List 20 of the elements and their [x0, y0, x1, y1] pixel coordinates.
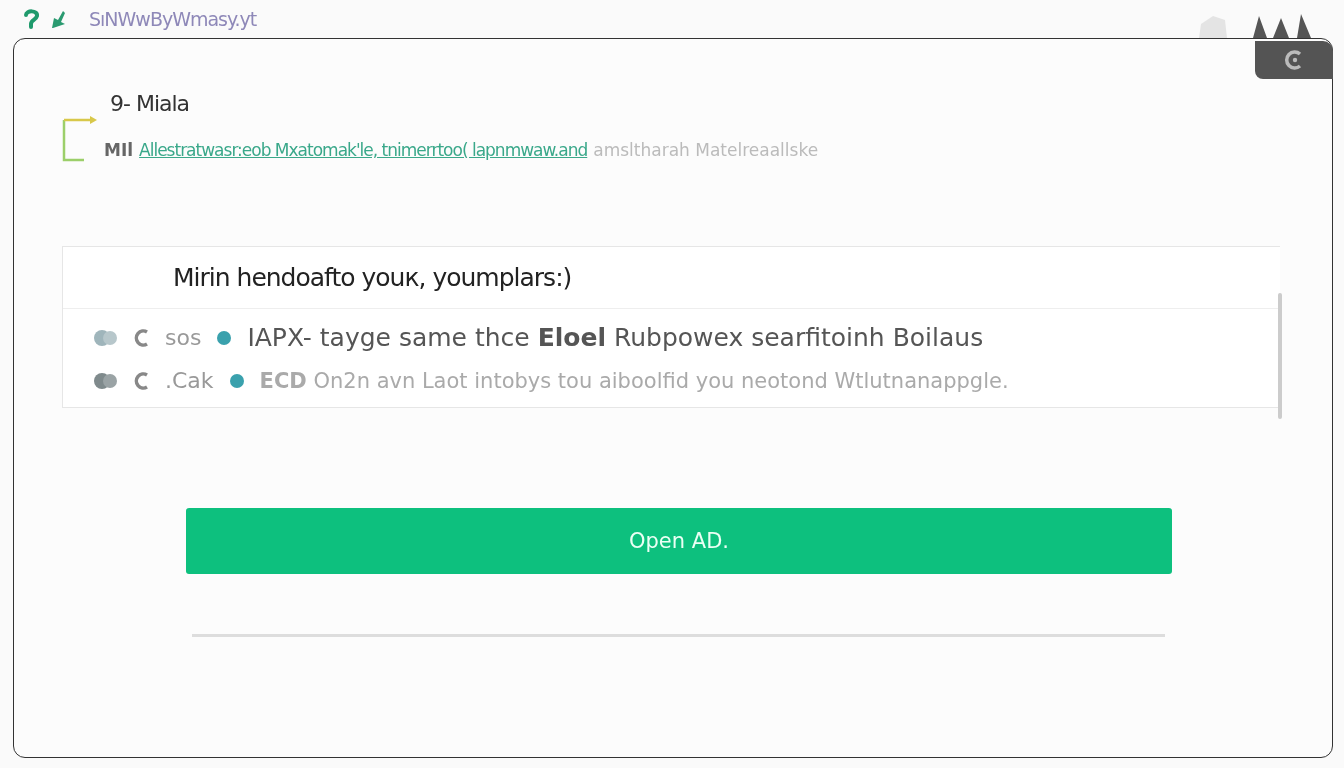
description-link[interactable]: Allestratwasr:eob Mxatomak'le, tnimerrtoo( lapnmwaw.and [139, 140, 588, 162]
description-label: MIl [104, 140, 134, 162]
refresh-button[interactable] [1255, 41, 1333, 79]
dialog-title: 9- Miala [109, 91, 191, 116]
arrow-icon[interactable] [49, 9, 67, 29]
dot-icon [227, 372, 246, 389]
description-text: amsltharah Matelreaallske [593, 140, 819, 162]
logo-icon [1251, 12, 1313, 38]
row-text: ECD On2n avn Laot intobys tou aiboolfid you neotond Wtlutnanappgle. [259, 368, 1009, 393]
row-text: IAPX- tayge same thce Eloel Rubpowex searfitoinh Boilaus [247, 323, 984, 352]
scrollbar[interactable] [1278, 293, 1282, 419]
site-address: SıNWwByWmasy.yt [89, 8, 257, 30]
bracket-arrow-icon [62, 116, 98, 162]
crescent-icon [133, 369, 151, 392]
row-prefix: sos [165, 325, 202, 350]
panel-heading: Mirin hendoafto youк, youmplars:) [63, 247, 1280, 309]
dot-icon [215, 329, 234, 346]
open-button[interactable]: Open AD. [186, 508, 1172, 574]
row-prefix: .Cak [165, 368, 214, 393]
crescent-icon [133, 326, 151, 349]
